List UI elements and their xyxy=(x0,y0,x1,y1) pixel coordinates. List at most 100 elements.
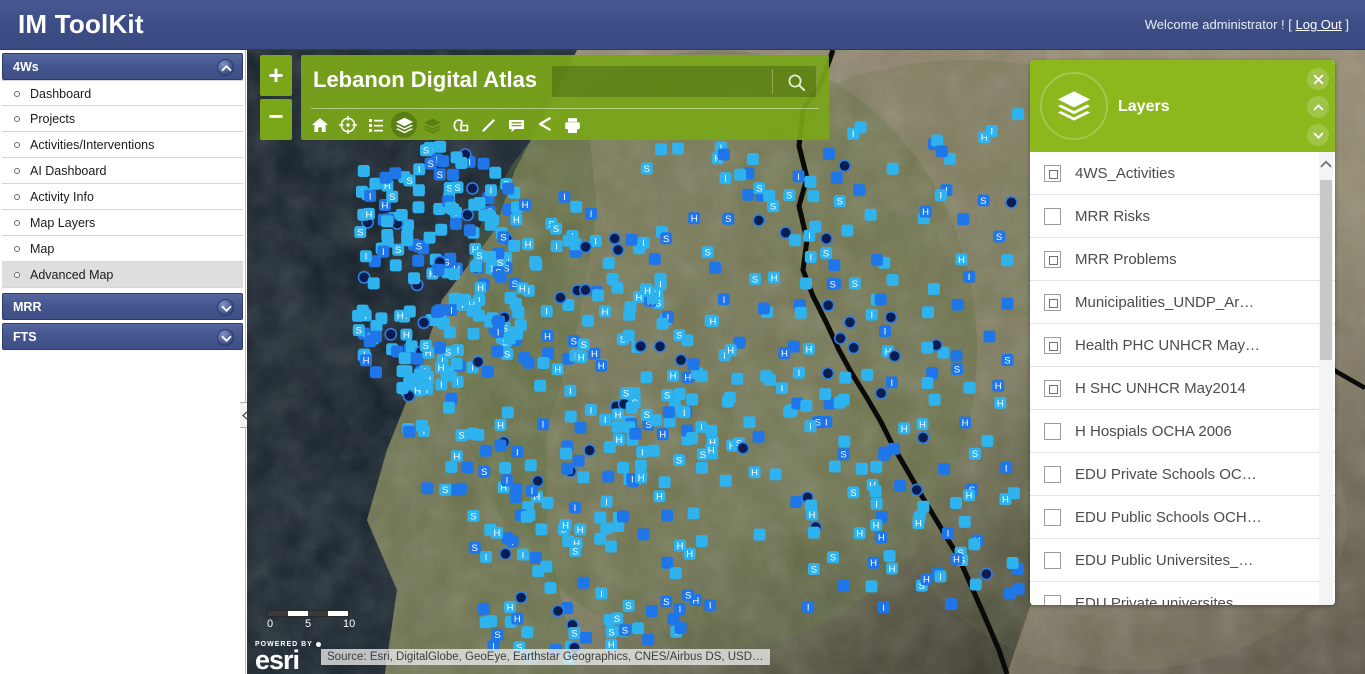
map-point-marker xyxy=(695,535,708,548)
map-point-label: S xyxy=(442,485,448,496)
logout-link[interactable]: Log Out xyxy=(1296,17,1342,32)
map-point-label: H xyxy=(525,240,532,251)
zoom-out-button[interactable]: − xyxy=(260,99,292,140)
scrollbar-thumb[interactable] xyxy=(1320,180,1332,360)
map-point-marker xyxy=(921,341,934,354)
map-canvas[interactable]: IHIIIISISSIIISISSIIISSSSISHSISISISHIHSII… xyxy=(247,50,1365,674)
layers-list[interactable]: 4WS_Activities MRR Risks MRR Problems Munic… xyxy=(1030,152,1335,605)
map-attribution: Source: Esri, DigitalGlobe, GeoEye, Eart… xyxy=(321,649,770,665)
layer-visibility-checkbox[interactable] xyxy=(1044,508,1061,526)
application-window: IM ToolKit Welcome administrator ! [ Log… xyxy=(0,0,1365,674)
map-point-marker xyxy=(473,197,486,209)
map-point-marker xyxy=(983,330,996,343)
sidebar-item-ai-dashboard[interactable]: AI Dashboard xyxy=(2,158,243,184)
zoom-in-button[interactable]: + xyxy=(260,55,292,96)
map-point-marker xyxy=(734,168,747,181)
sidebar-item-activities-interventions[interactable]: Activities/Interventions xyxy=(2,132,243,158)
locate-icon[interactable] xyxy=(335,112,361,138)
sidebar-item-dashboard[interactable]: Dashboard xyxy=(2,80,243,106)
map-point-label: S xyxy=(423,341,429,352)
share-icon[interactable] xyxy=(531,112,557,138)
layer-visibility-checkbox[interactable] xyxy=(1044,250,1061,268)
layer-list-item[interactable]: Municipalities_UNDP_Ar… xyxy=(1030,281,1335,324)
map-point-marker xyxy=(681,334,694,347)
map-point-marker xyxy=(489,166,502,179)
search-icon[interactable] xyxy=(787,73,806,97)
draw-icon[interactable] xyxy=(475,112,501,138)
search-input[interactable] xyxy=(552,66,770,97)
map-point-label: S xyxy=(996,232,1002,243)
map-header-divider xyxy=(311,108,819,109)
layers-panel: Layers 4WS_Activities MRR Risks MRR Proble… xyxy=(1030,60,1335,605)
sidebar-group-fts[interactable]: FTS xyxy=(2,323,243,350)
sidebar-group-label: 4Ws xyxy=(13,60,39,74)
layer-list-item[interactable]: MRR Problems xyxy=(1030,238,1335,281)
map-point-marker xyxy=(820,232,833,245)
layer-list-item[interactable]: 4WS_Activities xyxy=(1030,152,1335,195)
layer-list-item[interactable]: EDU Public Universites_… xyxy=(1030,539,1335,582)
layer-list-item[interactable]: H SHC UNHCR May2014 xyxy=(1030,367,1335,410)
chevron-up-icon[interactable] xyxy=(1320,156,1332,174)
map-point-marker xyxy=(921,377,934,389)
layers-icon[interactable] xyxy=(391,112,417,138)
map-point-marker xyxy=(1012,108,1024,121)
layer-list-item[interactable]: H Hospials OCHA 2006 xyxy=(1030,410,1335,453)
layer-visibility-checkbox[interactable] xyxy=(1044,207,1061,225)
map-point-marker xyxy=(433,341,446,354)
map-point-label: S xyxy=(830,553,836,564)
map-point-label: S xyxy=(494,630,500,641)
home-icon[interactable] xyxy=(307,112,333,138)
layer-visibility-checkbox[interactable] xyxy=(1044,164,1061,182)
sidebar-item-map-layers[interactable]: Map Layers xyxy=(2,210,243,236)
map-point-label: I xyxy=(516,447,519,458)
sidebar-item-map[interactable]: Map xyxy=(2,236,243,262)
layers-scrollbar[interactable] xyxy=(1319,152,1333,605)
print-icon[interactable] xyxy=(559,112,585,138)
sidebar-item-activity-info[interactable]: Activity Info xyxy=(2,184,243,210)
map-point-label: S xyxy=(504,350,510,361)
layer-visibility-checkbox[interactable] xyxy=(1044,293,1061,311)
layer-visibility-checkbox[interactable] xyxy=(1044,594,1061,605)
map-point-marker xyxy=(582,314,595,327)
layer-visibility-checkbox[interactable] xyxy=(1044,465,1061,483)
layers-icon xyxy=(1040,72,1108,140)
map-point-marker xyxy=(769,468,782,481)
chevron-up-icon[interactable] xyxy=(217,59,234,76)
measure-icon[interactable] xyxy=(447,112,473,138)
map-point-marker xyxy=(580,631,592,644)
map-point-label: H xyxy=(363,356,370,367)
chevron-down-icon[interactable] xyxy=(217,299,234,316)
map-point-marker xyxy=(622,329,635,342)
layer-list-item[interactable]: EDU Public Schools OCH… xyxy=(1030,496,1335,539)
map-point-marker xyxy=(602,470,615,483)
sidebar-item-advanced-map[interactable]: Advanced Map xyxy=(2,262,243,288)
map-point-label: H xyxy=(453,452,460,463)
map-point-marker xyxy=(819,388,832,401)
layer-visibility-checkbox[interactable] xyxy=(1044,379,1061,397)
chevron-down-icon[interactable] xyxy=(1307,124,1329,146)
sidebar-group-mrr[interactable]: MRR xyxy=(2,293,243,320)
map-point-marker xyxy=(423,231,436,244)
sidebar-item-projects[interactable]: Projects xyxy=(2,106,243,132)
chevron-up-icon[interactable] xyxy=(1307,96,1329,118)
map-point-label: H xyxy=(670,371,677,382)
layer-list-item[interactable]: EDU Private universites xyxy=(1030,582,1335,605)
notes-icon[interactable] xyxy=(503,112,529,138)
sidebar-group-4ws[interactable]: 4Ws xyxy=(2,53,243,80)
map-point-label: I xyxy=(485,552,488,563)
map-point-label: S xyxy=(553,224,559,235)
layer-list-item[interactable]: EDU Private Schools OC… xyxy=(1030,453,1335,496)
layer-visibility-checkbox[interactable] xyxy=(1044,422,1061,440)
layer-list-item[interactable]: Health PHC UNHCR May… xyxy=(1030,324,1335,367)
layer-list-item[interactable]: MRR Risks xyxy=(1030,195,1335,238)
basemap-gallery-icon[interactable] xyxy=(419,112,445,138)
map-point-marker xyxy=(855,462,868,475)
sidebar-item-label: AI Dashboard xyxy=(30,164,107,178)
chevron-down-icon[interactable] xyxy=(217,329,234,346)
legend-icon[interactable] xyxy=(363,112,389,138)
layer-visibility-checkbox[interactable] xyxy=(1044,551,1061,569)
close-icon[interactable] xyxy=(1307,68,1329,90)
map-point-marker xyxy=(874,386,888,400)
map-point-label: S xyxy=(458,431,464,442)
layer-visibility-checkbox[interactable] xyxy=(1044,336,1061,354)
